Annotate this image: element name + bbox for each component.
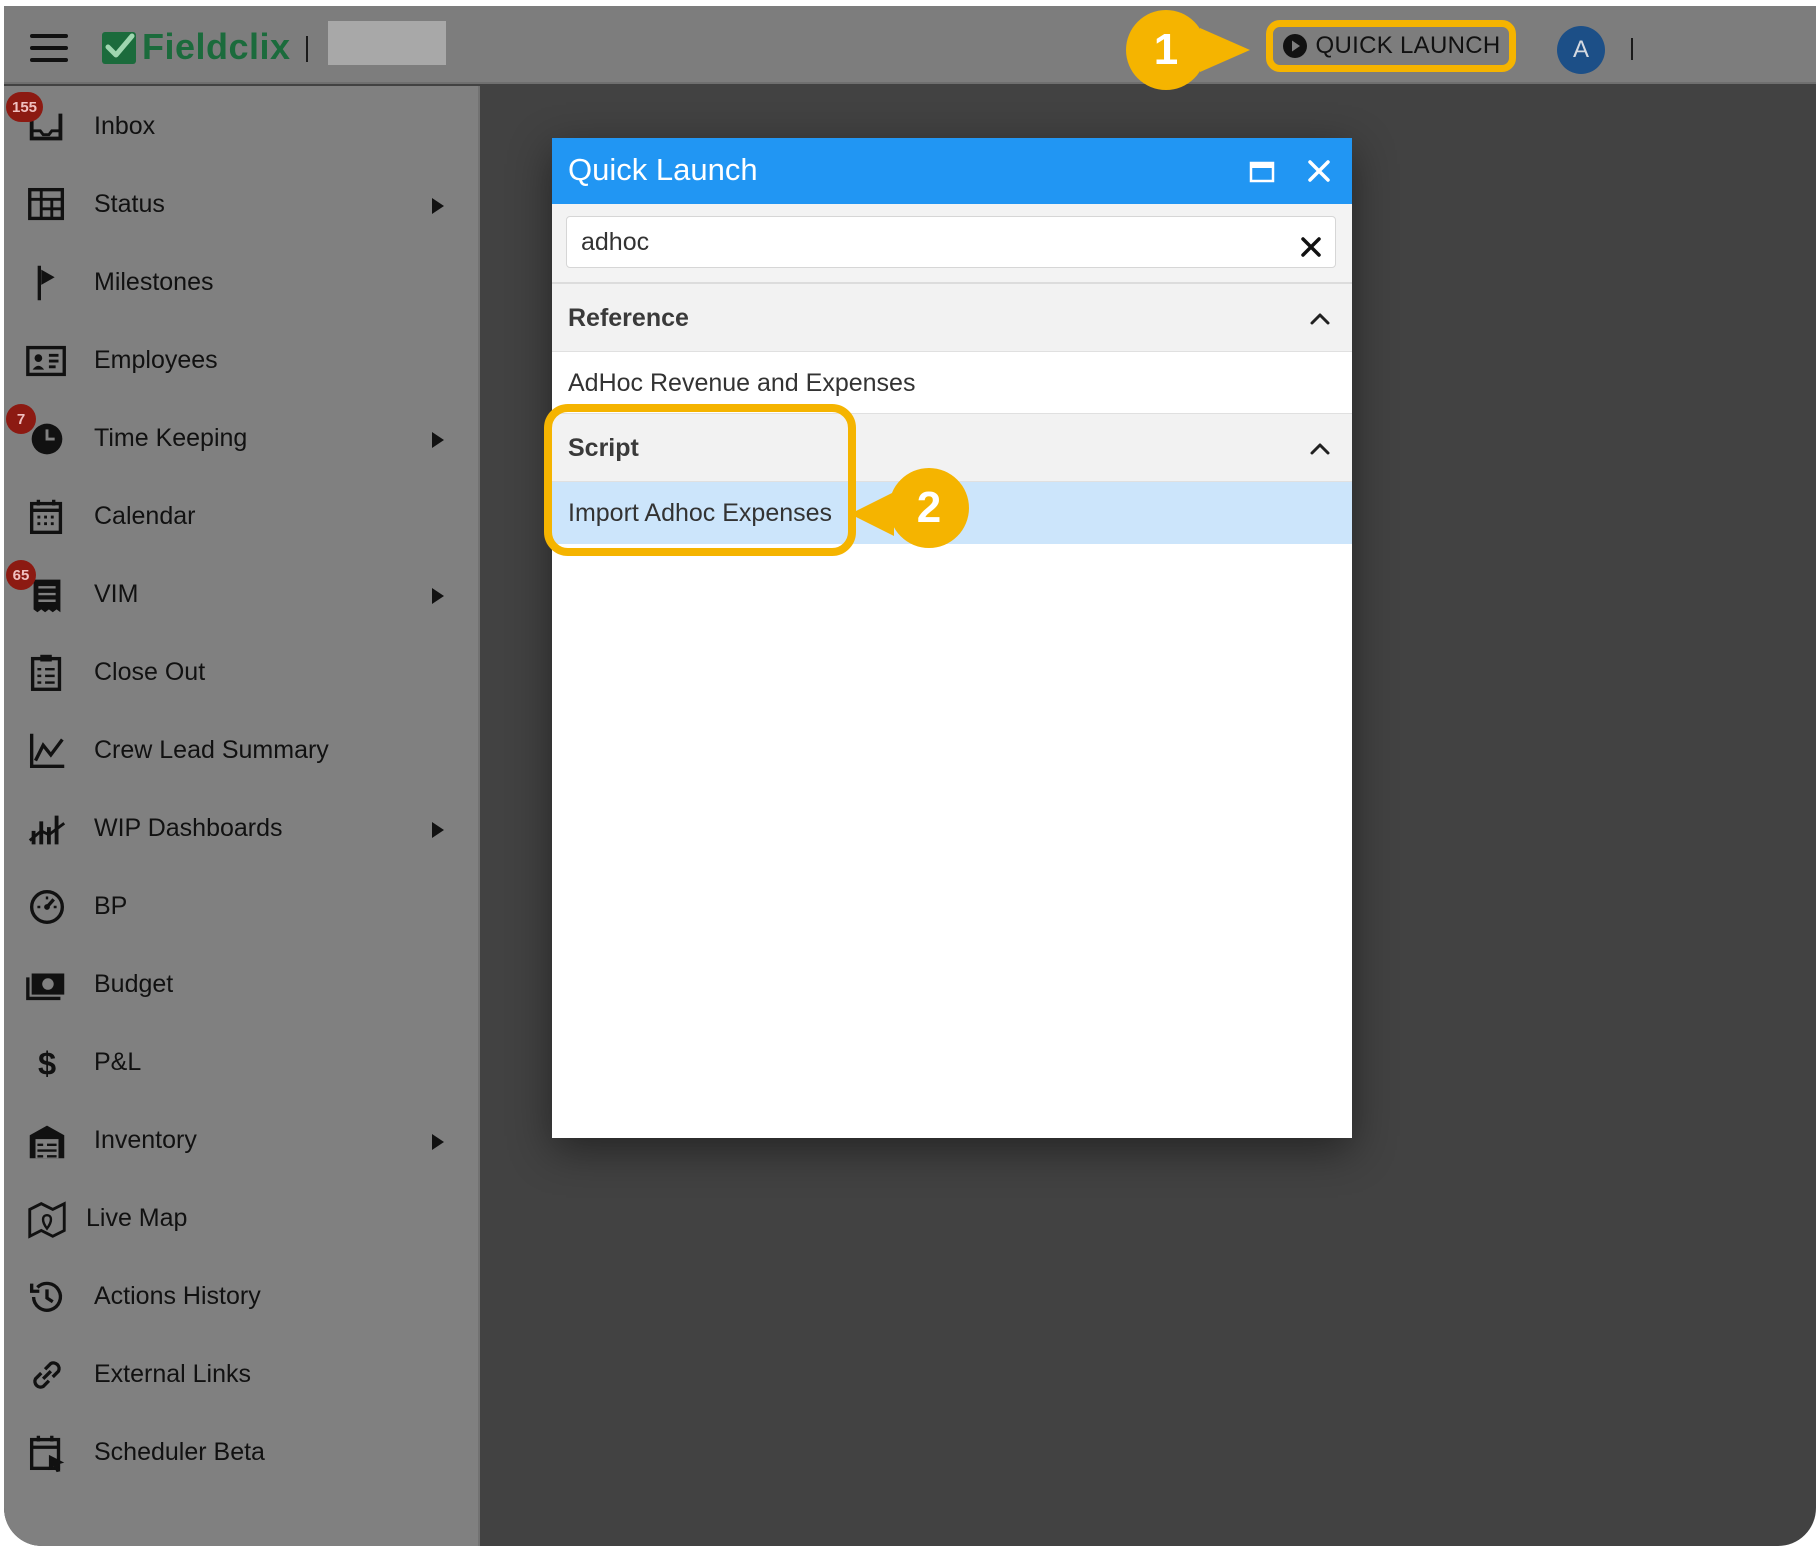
app-logo[interactable]: Fieldclix	[100, 26, 291, 68]
callout-arrow-2	[850, 492, 894, 536]
sidebar-item-budget[interactable]: Budget	[4, 948, 480, 1022]
dialog-title: Quick Launch	[568, 152, 758, 187]
flag-icon	[37, 265, 55, 301]
sidebar-item-label: Close Out	[94, 658, 206, 686]
checkmark-logo-icon	[102, 32, 136, 64]
search-input[interactable]	[566, 216, 1336, 268]
sidebar-nav: Inbox 155 Status Milestones Employees Time Ke…	[4, 86, 480, 1546]
sidebar-item-close-out[interactable]: Close Out	[4, 636, 480, 710]
svg-text:$: $	[38, 1046, 56, 1082]
group-title: Reference	[568, 304, 689, 332]
sidebar-item-label: Actions History	[94, 1282, 261, 1310]
search-bar	[552, 204, 1352, 284]
quick-launch-label: QUICK LAUNCH	[1315, 32, 1501, 59]
sidebar-item-crew-lead-summary[interactable]: Crew Lead Summary	[4, 714, 480, 788]
sidebar-item-label: BP	[94, 892, 128, 920]
gauge-icon	[29, 889, 65, 925]
company-selector[interactable]	[328, 21, 446, 65]
app-window: Fieldclix QUICK LAUNCH A 1 Inbox 155 Statu…	[4, 6, 1816, 1546]
chevron-up-icon	[1310, 313, 1330, 325]
notification-badge: 155	[6, 92, 44, 122]
submenu-arrow-icon	[432, 432, 444, 448]
dialog-header: Quick Launch	[552, 138, 1352, 204]
sidebar-item-p-l[interactable]: $ P&L	[4, 1026, 480, 1100]
notification-badge: 7	[6, 404, 36, 434]
divider	[306, 36, 308, 62]
sidebar-item-label: Status	[94, 190, 165, 218]
sidebar-item-label: WIP Dashboards	[94, 814, 283, 842]
sidebar-item-vim[interactable]: VIM 65	[4, 558, 480, 632]
money-icon	[26, 973, 65, 1001]
callout-highlight-2	[544, 404, 856, 556]
link-icon	[33, 1361, 61, 1389]
sidebar-item-label: Calendar	[94, 502, 196, 530]
id-card-icon	[26, 345, 66, 377]
user-avatar[interactable]: A	[1557, 26, 1605, 74]
result-label: AdHoc Revenue and Expenses	[568, 369, 916, 397]
map-icon	[28, 1201, 66, 1239]
line-chart-icon	[29, 733, 65, 769]
sidebar-item-milestones[interactable]: Milestones	[4, 246, 480, 320]
sidebar-item-inventory[interactable]: Inventory	[4, 1104, 480, 1178]
sidebar-item-employees[interactable]: Employees	[4, 324, 480, 398]
group-header-reference[interactable]: Reference	[552, 284, 1352, 352]
clear-search-icon[interactable]	[1298, 234, 1324, 260]
history-icon	[29, 1281, 63, 1312]
sidebar-item-actions-history[interactable]: Actions History	[4, 1260, 480, 1334]
dollar-icon: $	[38, 1046, 56, 1082]
sidebar-item-external-links[interactable]: External Links	[4, 1338, 480, 1412]
quick-launch-dialog: Quick Launch Reference AdHoc Revenue and…	[552, 138, 1352, 1138]
submenu-arrow-icon	[432, 588, 444, 604]
sidebar-item-calendar[interactable]: Calendar	[4, 480, 480, 554]
callout-arrow-1	[1200, 28, 1250, 72]
divider	[1631, 38, 1633, 60]
sidebar-item-time-keeping[interactable]: Time Keeping 7	[4, 402, 480, 476]
status-icon	[28, 187, 65, 221]
scheduler-icon	[29, 1435, 65, 1473]
chevron-up-icon	[1310, 443, 1330, 455]
sidebar-item-label: VIM	[94, 580, 139, 608]
warehouse-icon	[29, 1125, 65, 1159]
sidebar-item-label: Live Map	[86, 1204, 188, 1232]
sidebar-item-label: Inventory	[94, 1126, 197, 1154]
notification-badge: 65	[6, 560, 36, 590]
quick-launch-button[interactable]: QUICK LAUNCH	[1266, 20, 1516, 72]
logo-text: Fieldclix	[142, 26, 291, 67]
callout-marker-2: 2	[889, 468, 969, 548]
sidebar-item-wip-dashboards[interactable]: WIP Dashboards	[4, 792, 480, 866]
calendar-icon	[29, 499, 63, 535]
sidebar-item-label: Time Keeping	[94, 424, 248, 452]
sidebar-item-label: P&L	[94, 1048, 142, 1076]
submenu-arrow-icon	[432, 1134, 444, 1150]
maximize-icon[interactable]	[1248, 158, 1276, 186]
sidebar-item-label: External Links	[94, 1360, 252, 1388]
submenu-arrow-icon	[432, 198, 444, 214]
close-icon[interactable]	[1304, 156, 1334, 186]
sidebar-item-status[interactable]: Status	[4, 168, 480, 242]
clipboard-icon	[30, 654, 62, 691]
sidebar-item-live-map[interactable]: Live Map	[4, 1182, 480, 1256]
bar-chart-icon	[28, 815, 66, 845]
sidebar-item-inbox[interactable]: Inbox 155	[4, 90, 480, 164]
play-circle-icon	[1282, 34, 1307, 58]
sidebar-item-label: Budget	[94, 970, 174, 998]
sidebar-item-label: Employees	[94, 346, 218, 374]
sidebar-item-label: Crew Lead Summary	[94, 736, 329, 764]
hamburger-menu-icon[interactable]	[30, 34, 68, 62]
sidebar-item-label: Milestones	[94, 268, 214, 296]
sidebar-item-bp[interactable]: BP	[4, 870, 480, 944]
sidebar-item-scheduler-beta[interactable]: Scheduler Beta	[4, 1416, 480, 1490]
callout-marker-1: 1	[1126, 10, 1206, 90]
submenu-arrow-icon	[432, 822, 444, 838]
top-bar: Fieldclix QUICK LAUNCH A	[4, 6, 1816, 84]
sidebar-item-label: Scheduler Beta	[94, 1438, 265, 1466]
sidebar-item-label: Inbox	[94, 112, 156, 140]
